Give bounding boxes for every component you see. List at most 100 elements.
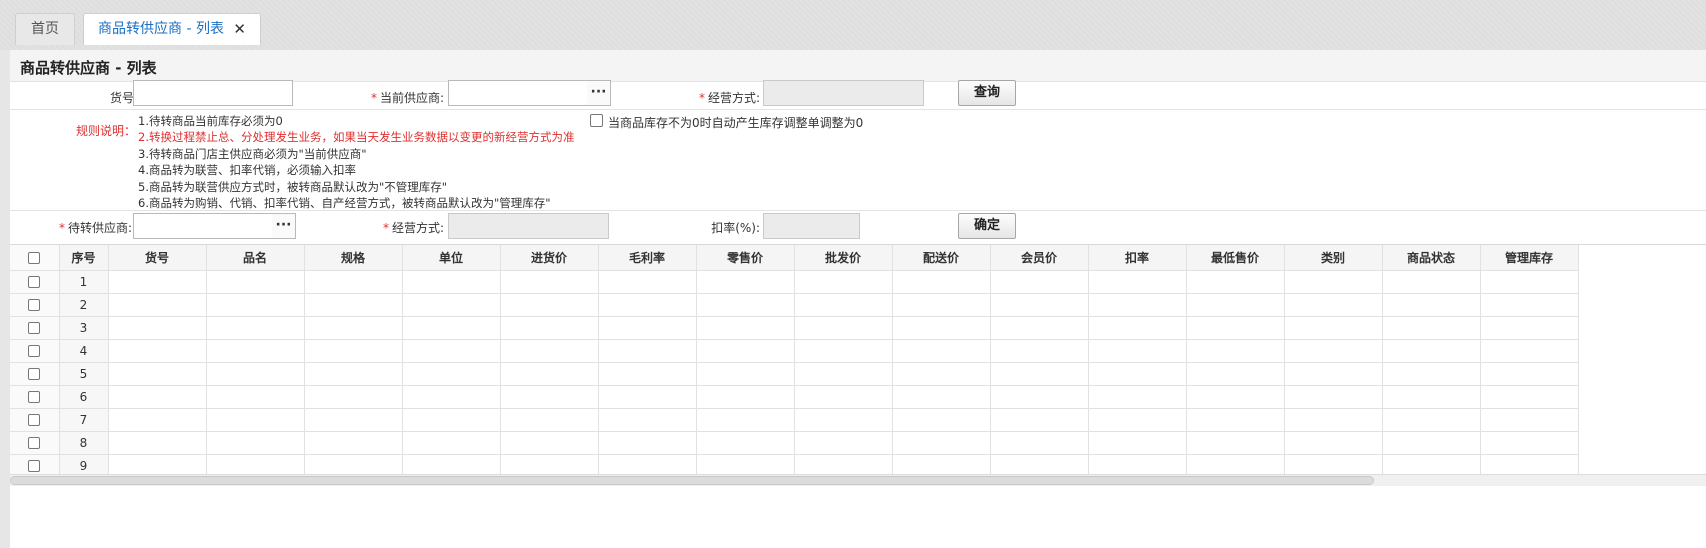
table-cell[interactable]: [990, 339, 1089, 363]
row-checkbox[interactable]: [28, 368, 41, 380]
table-cell[interactable]: [794, 339, 893, 363]
column-header[interactable]: 序号: [59, 245, 109, 271]
table-cell[interactable]: [1284, 454, 1383, 474]
table-cell[interactable]: [1088, 408, 1187, 432]
column-header[interactable]: 管理库存: [1480, 245, 1579, 271]
table-cell[interactable]: [598, 293, 697, 317]
table-cell[interactable]: [1088, 339, 1187, 363]
query-button[interactable]: 查询: [958, 80, 1016, 106]
table-cell[interactable]: [892, 431, 991, 455]
table-cell[interactable]: [1480, 408, 1579, 432]
table-cell[interactable]: [598, 339, 697, 363]
column-header[interactable]: 规格: [304, 245, 403, 271]
table-cell[interactable]: [206, 362, 305, 386]
table-cell[interactable]: [990, 293, 1089, 317]
target-supplier-input[interactable]: [133, 213, 273, 239]
table-cell[interactable]: [500, 362, 599, 386]
table-cell[interactable]: [598, 408, 697, 432]
table-cell[interactable]: [598, 431, 697, 455]
table-cell[interactable]: [1088, 362, 1187, 386]
table-cell[interactable]: [990, 316, 1089, 340]
table-cell[interactable]: [794, 431, 893, 455]
table-cell[interactable]: [1088, 316, 1187, 340]
table-cell[interactable]: [206, 316, 305, 340]
column-header[interactable]: 进货价: [500, 245, 599, 271]
table-cell[interactable]: [108, 431, 207, 455]
table-cell[interactable]: [990, 431, 1089, 455]
table-cell[interactable]: [304, 270, 403, 294]
table-cell[interactable]: [1480, 339, 1579, 363]
table-cell[interactable]: [1382, 316, 1481, 340]
table-cell[interactable]: [500, 385, 599, 409]
table-cell[interactable]: [402, 362, 501, 386]
table-cell[interactable]: [1088, 454, 1187, 474]
table-cell[interactable]: [500, 454, 599, 474]
table-cell[interactable]: [1088, 293, 1187, 317]
table-cell[interactable]: [892, 385, 991, 409]
table-cell[interactable]: [1382, 431, 1481, 455]
table-cell[interactable]: [1480, 293, 1579, 317]
column-header[interactable]: 类别: [1284, 245, 1383, 271]
table-cell[interactable]: [108, 362, 207, 386]
table-cell[interactable]: [1186, 431, 1285, 455]
close-icon[interactable]: ✕: [233, 14, 246, 45]
table-cell[interactable]: [598, 316, 697, 340]
tab-product-supplier-list[interactable]: 商品转供应商 - 列表 ✕: [83, 13, 261, 45]
table-cell[interactable]: [108, 454, 207, 474]
table-cell[interactable]: [206, 339, 305, 363]
table-cell[interactable]: [1480, 454, 1579, 474]
auto-adjust-checkbox[interactable]: [590, 114, 603, 127]
table-row[interactable]: 6: [10, 385, 1579, 409]
table-cell[interactable]: [206, 454, 305, 474]
table-cell[interactable]: [1284, 316, 1383, 340]
table-cell[interactable]: [1186, 362, 1285, 386]
table-cell[interactable]: [696, 431, 795, 455]
table-cell[interactable]: [990, 385, 1089, 409]
table-cell[interactable]: [1480, 431, 1579, 455]
table-cell[interactable]: [1088, 270, 1187, 294]
table-cell[interactable]: [402, 408, 501, 432]
row-checkbox[interactable]: [28, 414, 41, 426]
table-cell[interactable]: [304, 339, 403, 363]
table-cell[interactable]: [1088, 385, 1187, 409]
column-header[interactable]: 货号: [108, 245, 207, 271]
table-cell[interactable]: [892, 408, 991, 432]
table-cell[interactable]: [402, 316, 501, 340]
table-cell[interactable]: [1284, 408, 1383, 432]
target-supplier-lookup-button[interactable]: ···: [272, 213, 296, 239]
column-header[interactable]: 毛利率: [598, 245, 697, 271]
table-cell[interactable]: [108, 385, 207, 409]
table-cell[interactable]: [402, 293, 501, 317]
current-supplier-lookup-button[interactable]: ···: [587, 80, 611, 106]
table-cell[interactable]: [794, 454, 893, 474]
table-cell[interactable]: [1284, 293, 1383, 317]
table-cell[interactable]: [794, 270, 893, 294]
table-row[interactable]: 1: [10, 270, 1579, 294]
table-cell[interactable]: [500, 431, 599, 455]
current-supplier-input[interactable]: [448, 80, 588, 106]
table-cell[interactable]: [598, 385, 697, 409]
table-cell[interactable]: [304, 362, 403, 386]
table-cell[interactable]: [402, 431, 501, 455]
table-cell[interactable]: [696, 293, 795, 317]
table-cell[interactable]: [206, 270, 305, 294]
table-cell[interactable]: [1480, 316, 1579, 340]
table-cell[interactable]: [696, 385, 795, 409]
table-cell[interactable]: [1186, 293, 1285, 317]
row-checkbox[interactable]: [28, 391, 41, 403]
table-cell[interactable]: [1480, 270, 1579, 294]
table-cell[interactable]: [1088, 431, 1187, 455]
table-cell[interactable]: [206, 293, 305, 317]
table-cell[interactable]: [500, 293, 599, 317]
column-header[interactable]: 配送价: [892, 245, 991, 271]
table-cell[interactable]: [990, 408, 1089, 432]
column-header[interactable]: 商品状态: [1382, 245, 1481, 271]
row-checkbox[interactable]: [28, 345, 41, 357]
table-cell[interactable]: [500, 270, 599, 294]
table-cell[interactable]: [1382, 339, 1481, 363]
row-checkbox[interactable]: [28, 276, 41, 288]
table-cell[interactable]: [794, 385, 893, 409]
column-header[interactable]: 单位: [402, 245, 501, 271]
table-cell[interactable]: [1382, 385, 1481, 409]
table-cell[interactable]: [1186, 454, 1285, 474]
